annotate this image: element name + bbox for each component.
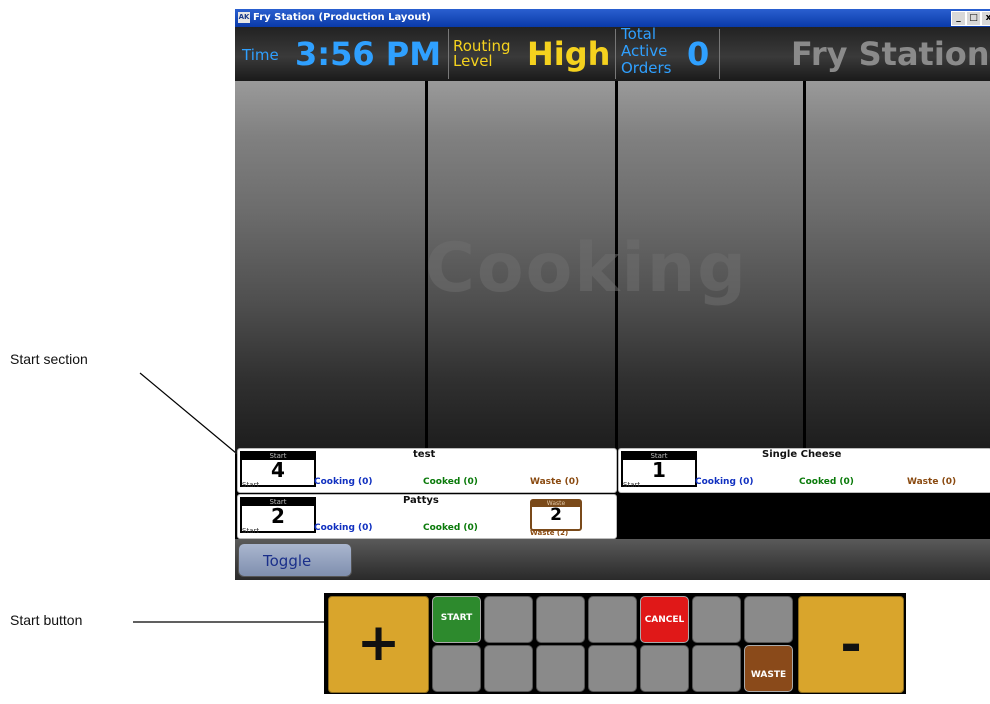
- orders-label-3: Orders: [621, 59, 672, 77]
- toggle-button[interactable]: Toggle: [238, 543, 352, 577]
- time-value: 3:56 PM: [295, 35, 442, 73]
- order-card-pattys[interactable]: Start 2 Start Pattys Cooking (0) Cooked …: [237, 494, 617, 539]
- start-section-pointer: [139, 372, 243, 459]
- keypad-blank-key[interactable]: [484, 645, 533, 692]
- start-sub-label: Start: [242, 481, 260, 489]
- header-divider: [719, 29, 720, 79]
- header-divider: [615, 29, 616, 79]
- keypad-blank-key[interactable]: [744, 596, 793, 643]
- keypad-blank-key[interactable]: [640, 645, 689, 692]
- waste-section[interactable]: Waste 2: [530, 499, 582, 531]
- minus-button[interactable]: -: [798, 596, 904, 693]
- start-section[interactable]: Start 1 Start: [621, 451, 697, 489]
- bottom-bar: Toggle: [235, 539, 990, 580]
- minus-icon: -: [840, 615, 862, 675]
- start-button[interactable]: START: [432, 596, 481, 643]
- keypad-blank-key[interactable]: [692, 596, 741, 643]
- waste-count: Waste (2): [530, 529, 569, 537]
- cooking-count[interactable]: Cooking (0): [695, 477, 754, 487]
- cooked-count[interactable]: Cooked (0): [799, 477, 854, 487]
- plus-icon: +: [356, 613, 401, 673]
- item-name: Single Cheese: [762, 449, 842, 460]
- routing-level-value: High: [527, 35, 611, 73]
- keypad-blank-key[interactable]: [484, 596, 533, 643]
- keypad-blank-key[interactable]: [588, 645, 637, 692]
- plus-button[interactable]: +: [328, 596, 429, 693]
- start-sub-label: Start: [242, 527, 260, 535]
- order-card-single-cheese[interactable]: Start 1 Start Single Cheese Cooking (0) …: [618, 448, 990, 493]
- cooking-board: Cooking: [235, 81, 990, 454]
- keypad-blank-key[interactable]: [536, 645, 585, 692]
- maximize-button[interactable]: □: [966, 11, 981, 26]
- app-icon: AK: [238, 12, 250, 23]
- orders-label-2: Active: [621, 42, 668, 60]
- start-count: 1: [652, 458, 666, 482]
- cancel-button[interactable]: CANCEL: [640, 596, 689, 643]
- cooked-count[interactable]: Cooked (0): [423, 523, 478, 533]
- cooking-count[interactable]: Cooking (0): [314, 477, 373, 487]
- minimize-button[interactable]: _: [951, 11, 966, 26]
- keypad-blank-key[interactable]: [536, 596, 585, 643]
- app-window: AK Fry Station (Production Layout) _ □ x…: [235, 9, 990, 580]
- start-count: 4: [271, 458, 285, 482]
- keypad-blank-key[interactable]: [588, 596, 637, 643]
- status-header: Time 3:56 PM Routing Level High Total Ac…: [235, 27, 990, 81]
- cooking-count[interactable]: Cooking (0): [314, 523, 373, 533]
- board-column: [806, 81, 990, 454]
- window-title: Fry Station (Production Layout): [253, 12, 431, 23]
- waste-button[interactable]: WASTE: [744, 645, 793, 692]
- start-section[interactable]: Start 4 Start: [240, 451, 316, 489]
- waste-count[interactable]: Waste (0): [907, 477, 956, 487]
- close-button[interactable]: x: [981, 11, 990, 26]
- cooked-count[interactable]: Cooked (0): [423, 477, 478, 487]
- station-name: Fry Station: [791, 35, 990, 73]
- routing-label-2: Level: [453, 52, 493, 70]
- order-card-test[interactable]: Start 4 Start test Cooking (0) Cooked (0…: [237, 448, 617, 493]
- board-column: [235, 81, 425, 454]
- item-name: Pattys: [403, 495, 439, 506]
- bump-keypad: + START CANCEL WASTE -: [324, 593, 906, 694]
- total-active-orders-value: 0: [687, 35, 710, 73]
- item-name: test: [413, 449, 436, 460]
- keypad-blank-key[interactable]: [432, 645, 481, 692]
- start-button-callout: Start button: [10, 612, 83, 628]
- title-bar: AK Fry Station (Production Layout) _ □ x: [235, 9, 990, 27]
- start-section[interactable]: Start 2 Start: [240, 497, 316, 535]
- cooking-watermark: Cooking: [425, 229, 748, 308]
- time-label: Time: [242, 46, 279, 64]
- header-divider: [448, 29, 449, 79]
- start-sub-label: Start: [623, 481, 641, 489]
- start-count: 2: [271, 504, 285, 528]
- waste-count[interactable]: Waste (0): [530, 477, 579, 487]
- orders-label-1: Total: [621, 25, 657, 43]
- waste-number: 2: [550, 505, 562, 525]
- keypad-blank-key[interactable]: [692, 645, 741, 692]
